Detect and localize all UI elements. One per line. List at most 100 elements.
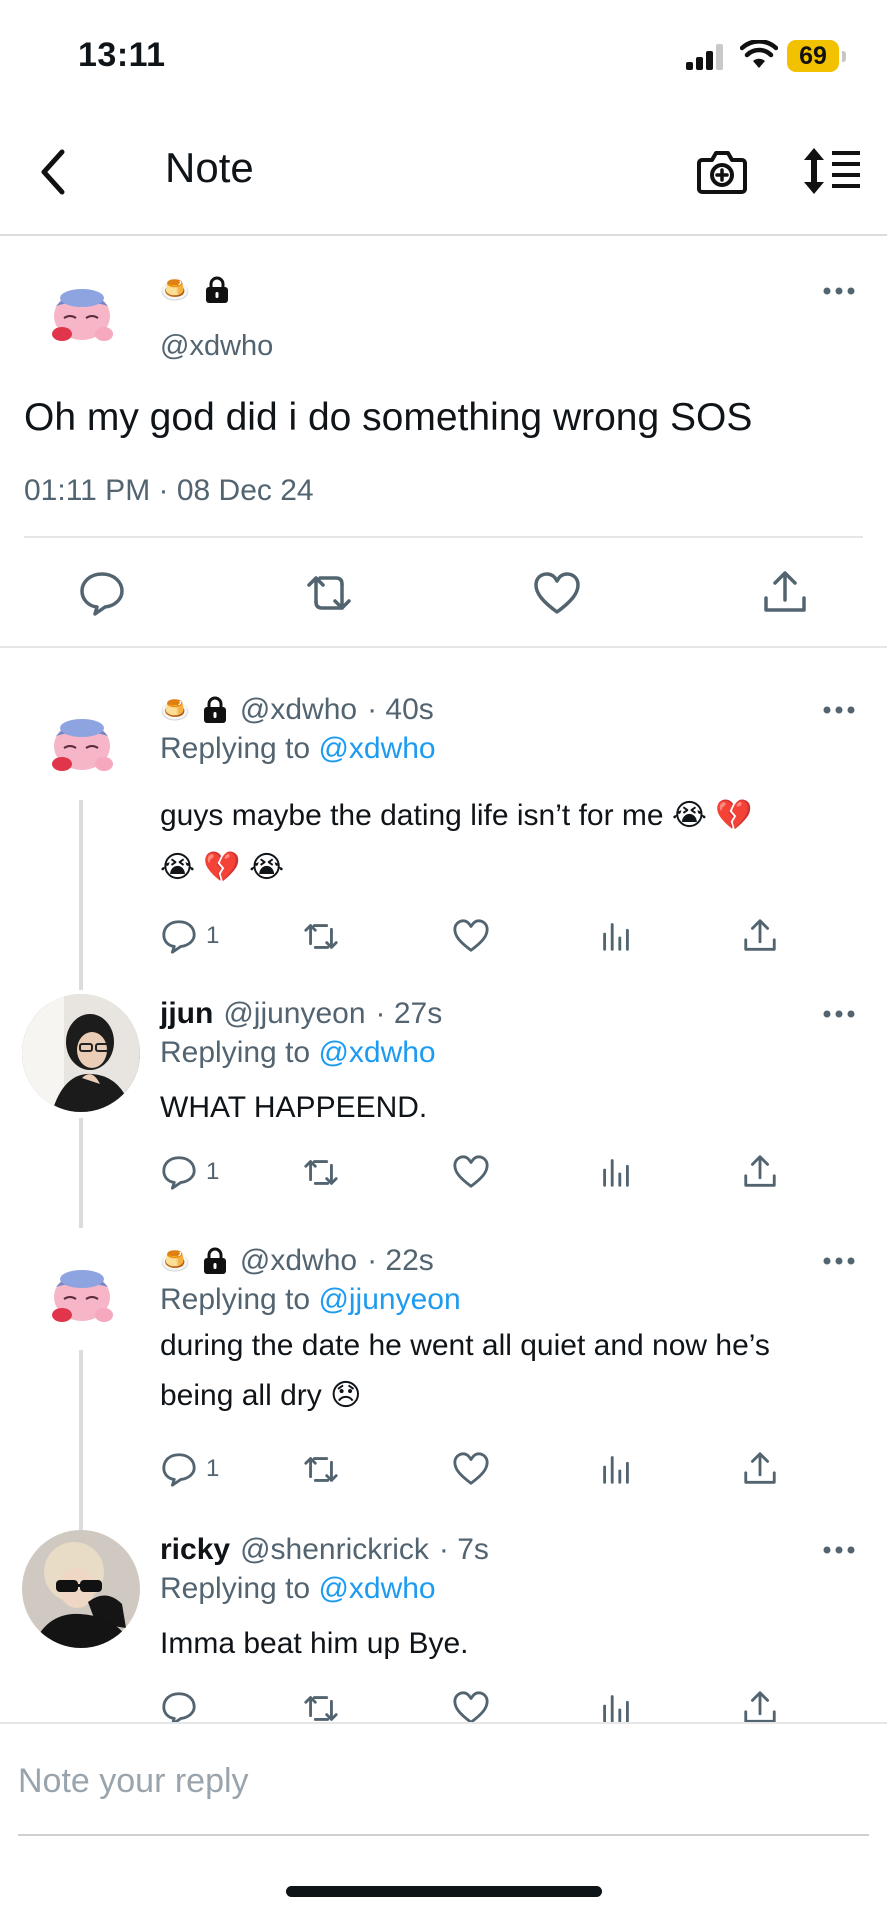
back-arrow-icon[interactable] [30,142,74,202]
repost-button[interactable] [302,916,340,956]
more-options-icon[interactable] [822,1009,856,1019]
reply-item[interactable]: 🍮 @xdwho · 22s Replying to @jjunyeon dur… [0,1241,887,1487]
reply-button[interactable]: 1 [160,916,219,956]
like-button[interactable] [452,916,490,956]
views-button[interactable] [597,1688,635,1722]
lock-icon [205,276,228,303]
composer-underline [18,1834,869,1836]
like-button[interactable] [452,1152,490,1192]
main-note: 🍮 @xdwho Oh my god did i do something wr… [0,236,887,648]
reply-handle[interactable]: @shenrickrick [240,1533,429,1567]
name-emoji: 🍮 [160,696,190,724]
reply-button[interactable] [160,1688,198,1722]
like-icon [453,1691,489,1722]
author-handle[interactable]: @xdwho [160,330,273,363]
camera-plus-icon[interactable] [696,146,748,196]
avatar[interactable] [22,994,140,1112]
more-options-icon[interactable] [822,286,856,296]
replying-to: Replying to @xdwho [160,732,436,766]
like-icon [453,1155,489,1188]
reply-time: · 40s [367,693,434,726]
reply-handle[interactable]: @xdwho [240,693,357,727]
more-options-icon[interactable] [822,1256,856,1266]
replying-prefix: Replying to [160,1036,311,1069]
like-button[interactable] [452,1449,490,1489]
reply-actions: 1 [0,1152,887,1196]
reply-count: 1 [206,1455,220,1482]
reply-handle[interactable]: @xdwho [240,1244,357,1278]
reply-button[interactable]: 1 [160,1152,219,1192]
reply-button[interactable]: 1 [160,1449,219,1489]
reply-author-name[interactable]: ricky [160,1533,230,1567]
share-icon[interactable] [760,568,810,618]
reply-header: 🍮 @xdwho · 22s [160,1241,434,1281]
reply-item[interactable]: 🍮 @xdwho · 40s Replying to @xdwho guys m… [0,690,887,960]
status-time: 13:11 [78,36,166,74]
reply-text: WHAT HAPPEEND. [160,1091,428,1124]
reply-icon [162,1692,196,1722]
repost-button[interactable] [302,1688,340,1722]
avatar[interactable] [46,706,118,778]
views-button[interactable] [597,1152,635,1192]
reply-icon [162,1453,196,1487]
reply-count: 1 [206,922,220,949]
repost-button[interactable] [302,1152,340,1192]
avatar[interactable] [46,1257,118,1329]
like-icon [453,1452,489,1485]
avatar[interactable] [22,1530,140,1648]
reply-item[interactable]: ricky @shenrickrick · 7s Replying to @xd… [0,1530,887,1722]
replying-prefix: Replying to [160,732,311,765]
share-button[interactable] [741,1152,779,1192]
lock-icon [203,1247,226,1274]
share-button[interactable] [741,916,779,956]
mention-link[interactable]: @xdwho [318,732,435,765]
share-button[interactable] [741,1449,779,1489]
like-button[interactable] [452,1688,490,1722]
views-icon [603,1159,629,1187]
reply-actions: 1 [0,1449,887,1493]
reply-time: · 22s [367,1244,434,1277]
like-icon[interactable] [532,568,582,618]
like-icon [453,919,489,952]
views-button[interactable] [597,1449,635,1489]
reply-item[interactable]: jjun @jjunyeon · 27s Replying to @xdwho … [0,994,887,1204]
repost-icon [304,1160,338,1185]
views-icon [603,1456,629,1484]
share-button[interactable] [741,1688,779,1722]
reply-input[interactable] [18,1750,868,1812]
mention-link[interactable]: @jjunyeon [318,1283,460,1316]
reply-text: during the date he went all quiet and no… [160,1321,860,1421]
note-actions [0,568,887,628]
page-title: Note [165,144,254,191]
avatar[interactable] [46,276,118,348]
home-indicator[interactable] [286,1886,602,1897]
status-bar: 13:11 69 [0,0,887,112]
reply-text: guys maybe the dating life isn’t for me … [160,790,860,894]
battery-icon: 69 [787,40,846,72]
repost-button[interactable] [302,1449,340,1489]
share-icon [744,919,776,951]
mention-link[interactable]: @xdwho [318,1572,435,1605]
reply-count: 1 [206,1158,220,1185]
divider [24,536,863,538]
repost-icon[interactable] [304,568,354,618]
lock-icon [203,696,226,723]
share-icon [744,1691,776,1722]
reply-time: · 7s [438,1533,489,1566]
mention-link[interactable]: @xdwho [318,1036,435,1069]
repost-icon [304,1696,338,1721]
more-options-icon[interactable] [822,1545,856,1555]
name-emoji: 🍮 [160,1247,190,1275]
name-emoji: 🍮 [160,276,190,304]
more-options-icon[interactable] [822,705,856,715]
reply-author-name[interactable]: jjun [160,997,213,1031]
note-text: Oh my god did i do something wrong SOS [24,396,753,439]
nav-header: Note [0,112,887,236]
replying-prefix: Replying to [160,1283,311,1316]
views-button[interactable] [597,916,635,956]
sort-lines-icon[interactable] [800,146,862,196]
reply-actions [0,1688,887,1722]
reply-icon[interactable] [77,568,127,618]
reply-handle[interactable]: @jjunyeon [223,997,365,1031]
reply-text-line: being all dry 😞 [160,1379,362,1412]
